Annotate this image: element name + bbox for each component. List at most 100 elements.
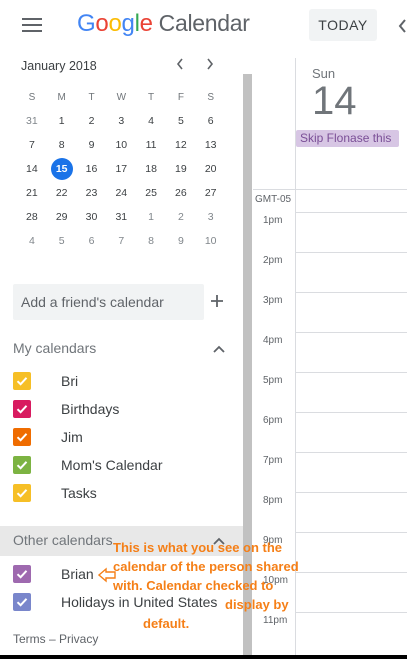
hour-gridline[interactable] [296,372,407,373]
mini-day[interactable]: 23 [77,187,107,199]
calendar-label: Birthdays [61,401,120,417]
terms-privacy-link[interactable]: Terms – Privacy [13,632,98,646]
my-calendars-title[interactable]: My calendars [13,340,96,356]
calendar-item[interactable]: Mom's Calendar [13,454,163,476]
mini-prev-month-icon[interactable] [175,57,185,74]
mini-week-row: 4 5 6 7 8 9 10 [17,229,226,253]
mini-day[interactable]: 27 [196,187,226,199]
annotation-line: calendar of the person shared [113,559,299,574]
mini-day[interactable]: 29 [47,211,77,223]
mini-day[interactable]: 6 [77,235,107,247]
calendar-label: Bri [61,373,79,389]
mini-day[interactable]: 19 [166,163,196,175]
hour-gridline[interactable] [296,332,407,333]
checkbox-checked-icon[interactable] [13,400,31,418]
mini-day[interactable]: 3 [106,115,136,127]
mini-day[interactable]: 7 [17,139,47,151]
mini-day[interactable]: 18 [136,163,166,175]
mini-day[interactable]: 21 [17,187,47,199]
hamburger-icon[interactable] [22,18,42,34]
hour-gridline[interactable] [296,452,407,453]
calendar-label: Mom's Calendar [61,457,163,473]
plus-icon[interactable] [210,288,224,314]
mini-day[interactable]: 10 [196,235,226,247]
mini-day[interactable]: 7 [106,235,136,247]
mini-day[interactable]: 16 [77,163,107,175]
today-marker: 15 [50,158,73,180]
mini-day[interactable]: 17 [106,163,136,175]
hour-label: 1pm [263,215,283,226]
day-number[interactable]: 14 [312,79,357,124]
mini-day[interactable]: 30 [77,211,107,223]
hour-label: 2pm [263,255,283,266]
mini-day[interactable]: 12 [166,139,196,151]
hour-gridline[interactable] [296,212,407,213]
mini-day[interactable]: 11 [136,139,166,151]
today-button[interactable]: TODAY [309,9,377,41]
checkbox-checked-icon[interactable] [13,593,31,611]
logo-letter: o [95,10,109,37]
weekday-label: T [148,91,155,103]
mini-week-row: 31 1 2 3 4 5 6 [17,109,226,133]
app-header: Google Calendar TODAY [0,0,407,52]
calendar-item[interactable]: Tasks [13,482,97,504]
mini-day[interactable]: 5 [166,115,196,127]
calendar-item[interactable]: Jim [13,426,83,448]
calendar-item[interactable]: Brian [13,563,94,585]
all-day-event-chip[interactable]: Skip Flonase this [296,130,399,147]
hour-label: 5pm [263,375,283,386]
mini-week-row: 28 29 30 31 1 2 3 [17,205,226,229]
other-calendars-title[interactable]: Other calendars [13,532,113,548]
checkbox-checked-icon[interactable] [13,565,31,583]
mini-day[interactable]: 28 [17,211,47,223]
weekday-label: S [28,91,36,103]
checkbox-checked-icon[interactable] [13,372,31,390]
mini-day[interactable]: 5 [47,235,77,247]
logo-letter: o [108,10,122,37]
mini-day[interactable]: 26 [166,187,196,199]
chevron-left-icon[interactable] [397,17,407,35]
mini-day[interactable]: 3 [196,211,226,223]
mini-day[interactable]: 6 [196,115,226,127]
mini-next-month-icon[interactable] [205,57,215,74]
mini-day[interactable]: 31 [106,211,136,223]
mini-day-today[interactable]: 15 [47,158,77,180]
hour-label: 6pm [263,415,283,426]
add-friend-calendar-input[interactable]: Add a friend's calendar [13,284,204,320]
annotation-line: with. Calendar checked to [113,578,274,593]
mini-day[interactable]: 13 [196,139,226,151]
mini-day[interactable]: 2 [77,115,107,127]
mini-day[interactable]: 1 [136,211,166,223]
hour-label: 7pm [263,455,283,466]
mini-day[interactable]: 1 [47,115,77,127]
mini-day[interactable]: 4 [136,115,166,127]
mini-day[interactable]: 8 [136,235,166,247]
weekday-label: S [207,91,215,103]
mini-day[interactable]: 9 [77,139,107,151]
hour-gridline[interactable] [296,252,407,253]
mini-calendar: SMTWTFS 31 1 2 3 4 5 6 7 8 9 10 11 12 13 14 15 16 17 18 19 2… [17,85,226,253]
checkbox-checked-icon[interactable] [13,456,31,474]
checkbox-checked-icon[interactable] [13,484,31,502]
all-day-divider [253,189,407,190]
calendar-item[interactable]: Birthdays [13,398,119,420]
mini-day[interactable]: 2 [166,211,196,223]
calendar-item[interactable]: Bri [13,370,78,392]
checkbox-checked-icon[interactable] [13,428,31,446]
hour-gridline[interactable] [296,412,407,413]
mini-day[interactable]: 20 [196,163,226,175]
chevron-up-icon[interactable] [212,342,226,356]
hour-gridline[interactable] [296,532,407,533]
hour-gridline[interactable] [296,292,407,293]
mini-day[interactable]: 14 [17,163,47,175]
annotation-line: default. [143,616,190,631]
mini-day[interactable]: 10 [106,139,136,151]
mini-day[interactable]: 8 [47,139,77,151]
mini-day[interactable]: 4 [17,235,47,247]
mini-day[interactable]: 9 [166,235,196,247]
mini-day[interactable]: 22 [47,187,77,199]
mini-day[interactable]: 24 [106,187,136,199]
mini-day[interactable]: 31 [17,115,47,127]
hour-gridline[interactable] [296,492,407,493]
mini-day[interactable]: 25 [136,187,166,199]
